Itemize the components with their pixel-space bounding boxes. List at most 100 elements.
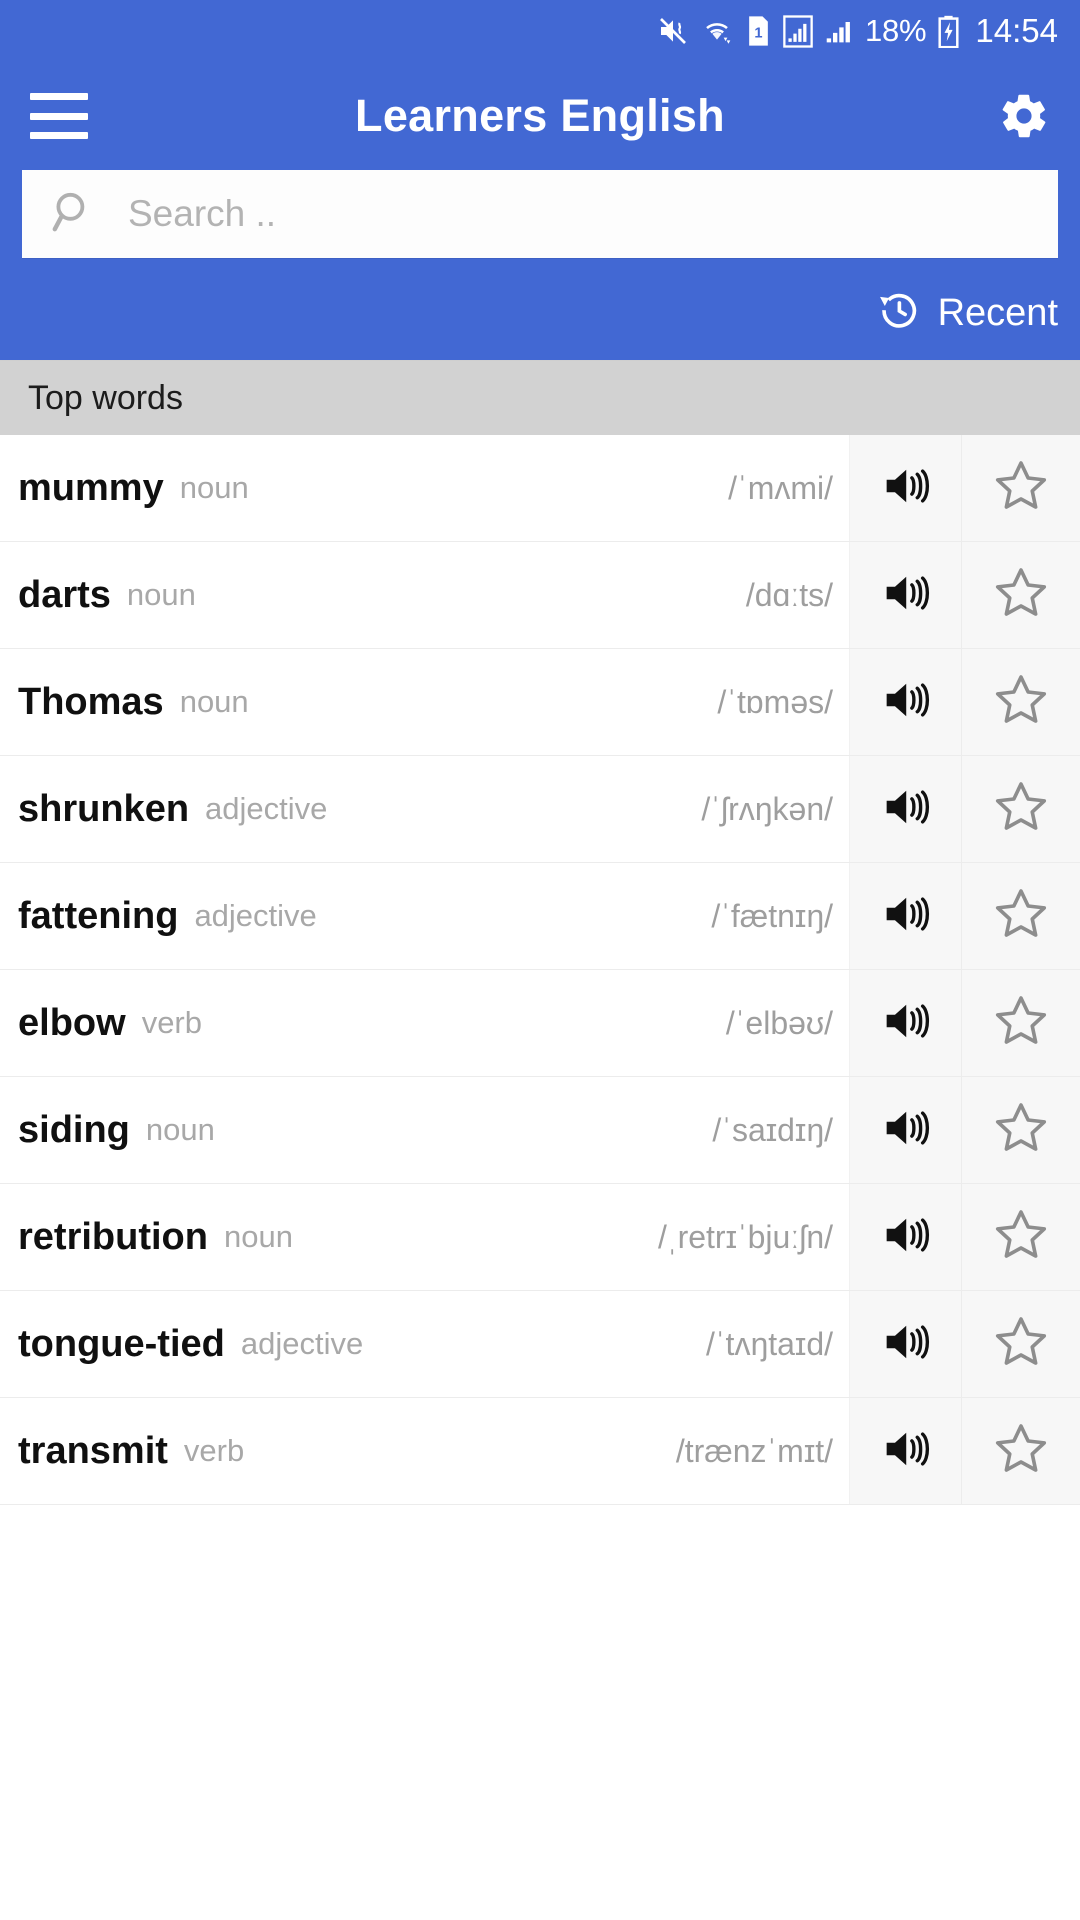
speaker-icon	[879, 1101, 933, 1160]
word-entry[interactable]: retribution noun /ˌretrɪˈbjuːʃn/	[0, 1184, 849, 1290]
star-outline-icon	[991, 456, 1051, 521]
play-audio-button[interactable]	[849, 970, 961, 1076]
word-label: retribution	[18, 1215, 208, 1258]
speaker-icon	[879, 887, 933, 946]
word-entry[interactable]: siding noun /ˈsaɪdɪŋ/	[0, 1077, 849, 1183]
favorite-button[interactable]	[961, 435, 1080, 541]
section-header-top-words: Top words	[0, 360, 1080, 435]
star-outline-icon	[991, 1205, 1051, 1270]
word-label: Thomas	[18, 680, 164, 723]
phonetic-label: /trænzˈmɪt/	[675, 1432, 833, 1469]
table-row[interactable]: elbow verb /ˈelbəʊ/	[0, 970, 1080, 1077]
play-audio-button[interactable]	[849, 649, 961, 755]
phonetic-label: /ˌretrɪˈbjuːʃn/	[658, 1218, 833, 1255]
sim-1-icon: 1	[745, 15, 772, 47]
favorite-button[interactable]	[961, 1077, 1080, 1183]
word-entry[interactable]: Thomas noun /ˈtɒməs/	[0, 649, 849, 755]
hamburger-menu-icon[interactable]	[30, 93, 88, 139]
table-row[interactable]: retribution noun /ˌretrɪˈbjuːʃn/	[0, 1184, 1080, 1291]
part-of-speech-label: adjective	[240, 1326, 364, 1361]
recent-button[interactable]: Recent	[0, 266, 1080, 360]
part-of-speech-label: noun	[179, 470, 249, 505]
table-row[interactable]: Thomas noun /ˈtɒməs/	[0, 649, 1080, 756]
part-of-speech-label: verb	[183, 1433, 245, 1468]
star-outline-icon	[991, 884, 1051, 949]
word-entry[interactable]: darts noun /dɑːts/	[0, 542, 849, 648]
part-of-speech-label: verb	[141, 1005, 202, 1040]
part-of-speech-label: noun	[179, 684, 249, 719]
word-entry[interactable]: fattening adjective /ˈfætnɪŋ/	[0, 863, 849, 969]
signal-boxed-icon	[783, 14, 813, 48]
favorite-button[interactable]	[961, 649, 1080, 755]
play-audio-button[interactable]	[849, 1398, 961, 1504]
word-entry[interactable]: elbow verb /ˈelbəʊ/	[0, 970, 849, 1076]
signal-bars-icon	[824, 15, 854, 48]
svg-text:1: 1	[754, 26, 762, 42]
play-audio-button[interactable]	[849, 1291, 961, 1397]
play-audio-button[interactable]	[849, 756, 961, 862]
play-audio-button[interactable]	[849, 1184, 961, 1290]
favorite-button[interactable]	[961, 756, 1080, 862]
wifi-icon	[700, 15, 734, 47]
search-input[interactable]: Search ..	[22, 170, 1058, 258]
word-list[interactable]: mummy noun /ˈmʌmi/ darts noun /dɑːts/ Th…	[0, 435, 1080, 1920]
word-label: tongue-tied	[18, 1322, 225, 1365]
phonetic-label: /ˈelbəʊ/	[725, 1004, 833, 1041]
search-icon	[50, 188, 98, 241]
clock-label: 14:54	[975, 12, 1058, 49]
table-row[interactable]: siding noun /ˈsaɪdɪŋ/	[0, 1077, 1080, 1184]
phonetic-label: /ˈtɒməs/	[717, 683, 833, 720]
star-outline-icon	[991, 670, 1051, 735]
table-row[interactable]: transmit verb /trænzˈmɪt/	[0, 1398, 1080, 1505]
favorite-button[interactable]	[961, 542, 1080, 648]
table-row[interactable]: mummy noun /ˈmʌmi/	[0, 435, 1080, 542]
star-outline-icon	[991, 1419, 1051, 1484]
part-of-speech-label: adjective	[194, 898, 317, 933]
speaker-icon	[879, 459, 933, 518]
speaker-icon	[879, 994, 933, 1053]
table-row[interactable]: shrunken adjective /ˈʃrʌŋkən/	[0, 756, 1080, 863]
word-label: mummy	[18, 466, 164, 509]
app-bar: Learners English	[0, 62, 1080, 170]
play-audio-button[interactable]	[849, 435, 961, 541]
word-entry[interactable]: shrunken adjective /ˈʃrʌŋkən/	[0, 756, 849, 862]
star-outline-icon	[991, 1098, 1051, 1163]
history-icon	[876, 288, 922, 339]
gear-icon[interactable]	[998, 90, 1050, 142]
favorite-button[interactable]	[961, 970, 1080, 1076]
section-title: Top words	[28, 378, 183, 417]
part-of-speech-label: adjective	[205, 791, 328, 826]
favorite-button[interactable]	[961, 1398, 1080, 1504]
speaker-icon	[879, 673, 933, 732]
play-audio-button[interactable]	[849, 863, 961, 969]
play-audio-button[interactable]	[849, 542, 961, 648]
speaker-icon	[879, 1422, 933, 1481]
part-of-speech-label: noun	[145, 1112, 215, 1147]
table-row[interactable]: darts noun /dɑːts/	[0, 542, 1080, 649]
phonetic-label: /ˈmʌmi/	[728, 469, 833, 506]
speaker-icon	[879, 1208, 933, 1267]
word-label: fattening	[18, 894, 179, 937]
star-outline-icon	[991, 991, 1051, 1056]
word-entry[interactable]: mummy noun /ˈmʌmi/	[0, 435, 849, 541]
favorite-button[interactable]	[961, 863, 1080, 969]
phonetic-label: /ˈfætnɪŋ/	[711, 897, 833, 934]
speaker-icon	[879, 1315, 933, 1374]
word-entry[interactable]: tongue-tied adjective /ˈtʌŋtaɪd/	[0, 1291, 849, 1397]
search-placeholder: Search ..	[128, 193, 277, 234]
phonetic-label: /ˈtʌŋtaɪd/	[706, 1325, 833, 1362]
speaker-icon	[879, 566, 933, 625]
star-outline-icon	[991, 777, 1051, 842]
table-row[interactable]: tongue-tied adjective /ˈtʌŋtaɪd/	[0, 1291, 1080, 1398]
word-entry[interactable]: transmit verb /trænzˈmɪt/	[0, 1398, 849, 1504]
word-label: elbow	[18, 1001, 126, 1044]
phonetic-label: /ˈʃrʌŋkən/	[701, 790, 833, 827]
favorite-button[interactable]	[961, 1291, 1080, 1397]
battery-percent-label: 18%	[864, 13, 927, 48]
table-row[interactable]: fattening adjective /ˈfætnɪŋ/	[0, 863, 1080, 970]
status-bar: 1 18% 14:54	[0, 0, 1080, 62]
favorite-button[interactable]	[961, 1184, 1080, 1290]
phonetic-label: /dɑːts/	[745, 576, 833, 613]
part-of-speech-label: noun	[223, 1219, 293, 1254]
play-audio-button[interactable]	[849, 1077, 961, 1183]
